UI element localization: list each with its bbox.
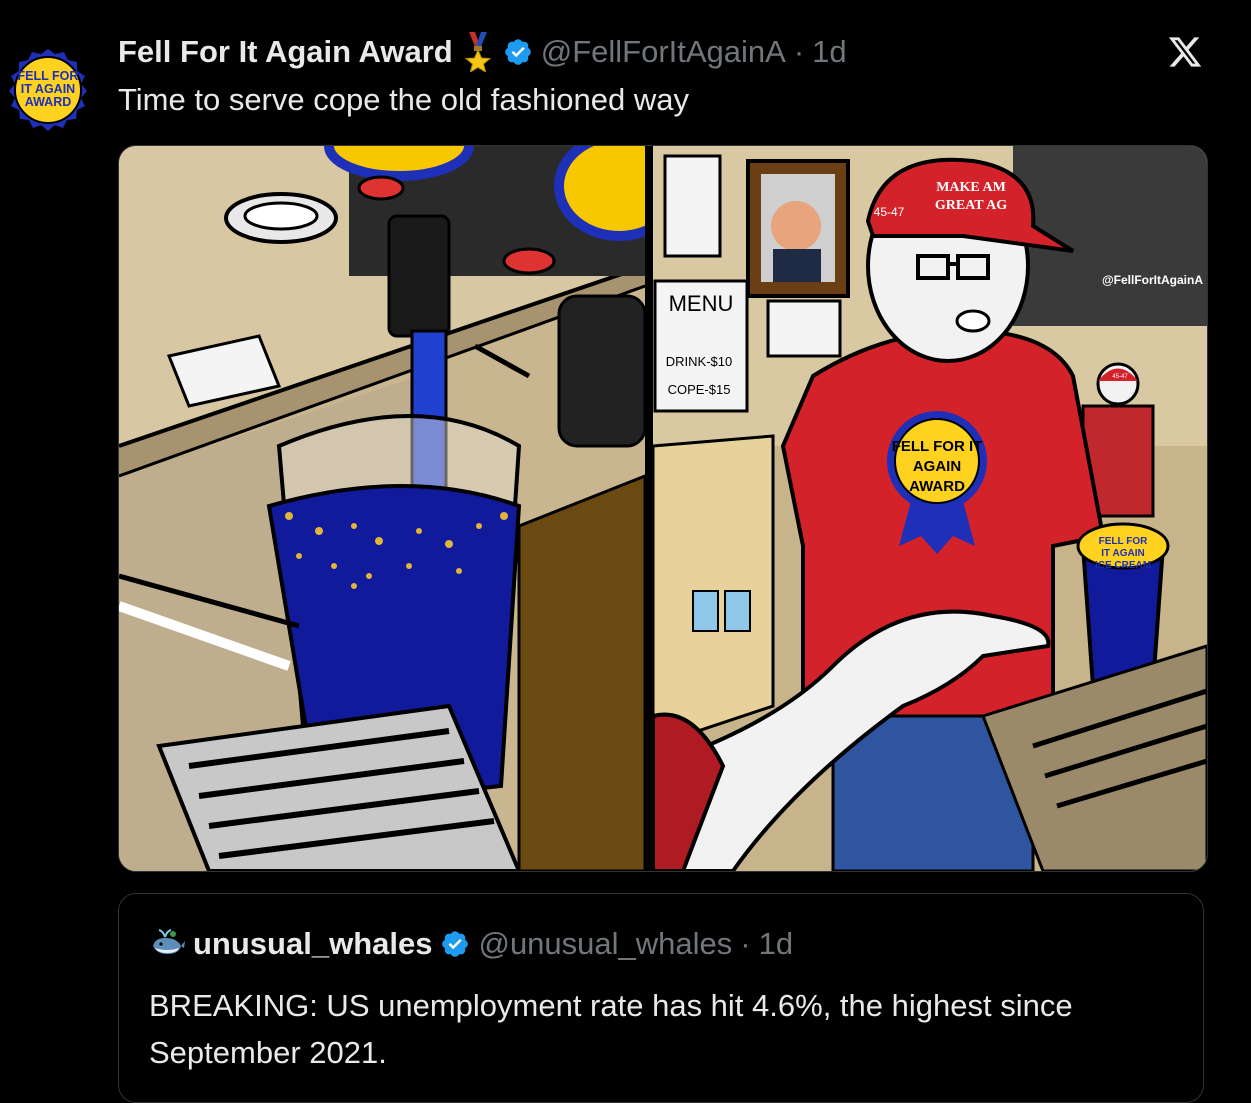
fell-for-it-award-avatar[interactable]: FELL FOR IT AGAIN AWARD [3, 44, 93, 134]
left-panel-soda-fountain-illustration [119, 146, 645, 871]
verified-badge-icon[interactable] [503, 37, 533, 67]
cup-label-line-2: IT AGAIN [1101, 548, 1145, 559]
avatar-line-2: IT AGAIN [21, 82, 75, 96]
tweet-text: Time to serve cope the old fashioned way [118, 82, 689, 117]
quoted-verified-badge-icon[interactable] [440, 929, 470, 959]
quoted-tweet-text: BREAKING: US unemployment rate has hit 4… [149, 988, 1073, 1070]
cap-text-line-1: MAKE AM [936, 180, 1006, 195]
quoted-handle[interactable]: @unusual_whales [478, 926, 732, 962]
cap-number: 45-47 [874, 205, 905, 219]
timestamp[interactable]: 1d [812, 34, 846, 70]
separator-dot: · [793, 34, 805, 69]
quoted-timestamp[interactable]: 1d [759, 926, 793, 962]
tweet-media-image[interactable]: MENU DRINK-$10 COPE-$15 @FellForItAgainA… [118, 145, 1208, 872]
menu-item-cope: COPE-$15 [668, 382, 731, 397]
cup-label-line-1: FELL FOR [1099, 536, 1148, 547]
quoted-display-name[interactable]: unusual_whales [193, 926, 432, 962]
panel-divider [645, 146, 653, 871]
cup-label-line-3: ICE CREAM [1095, 560, 1151, 571]
quoted-tweet-header: unusual_whales @unusual_whales · 1d [149, 924, 793, 964]
quoted-tweet-card[interactable]: unusual_whales @unusual_whales · 1d BREA… [118, 893, 1204, 1103]
quoted-separator-dot: · [740, 926, 751, 961]
handle[interactable]: @FellForItAgainA [541, 34, 786, 70]
tweet-header: Fell For It Again Award @FellForItAgainA… [118, 30, 847, 74]
shirt-badge-line-3: AWARD [909, 478, 965, 495]
whale-avatar-icon[interactable] [149, 926, 185, 962]
shirt-badge-line-1: FELL FOR IT [892, 438, 983, 455]
cap-text-line-2: GREAT AG [935, 198, 1007, 213]
shirt-badge-line-2: AGAIN [913, 458, 961, 475]
medal-icon [464, 32, 491, 72]
media-watermark: @FellForItAgainA [1102, 273, 1203, 287]
right-panel-cashier-illustration: MENU DRINK-$10 COPE-$15 @FellForItAgainA… [653, 146, 1207, 871]
menu-item-drink: DRINK-$10 [666, 354, 732, 369]
small-cap-number: 45-47 [1112, 374, 1128, 380]
menu-title: MENU [669, 291, 734, 316]
avatar-line-3: AWARD [25, 95, 72, 109]
x-logo-icon[interactable] [1167, 34, 1203, 70]
avatar-line-1: FELL FOR [18, 69, 79, 83]
display-name[interactable]: Fell For It Again Award [118, 34, 453, 70]
